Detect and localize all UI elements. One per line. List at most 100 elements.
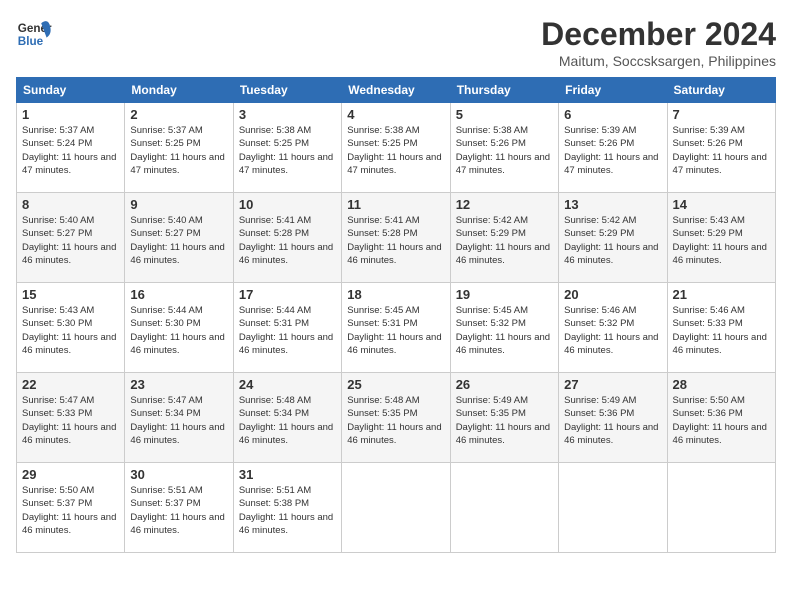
day-info: Sunrise: 5:45 AMSunset: 5:31 PMDaylight:… [347, 305, 441, 356]
day-info: Sunrise: 5:43 AMSunset: 5:30 PMDaylight:… [22, 305, 116, 356]
title-area: December 2024 Maitum, Soccsksargen, Phil… [541, 16, 776, 69]
day-info: Sunrise: 5:46 AMSunset: 5:33 PMDaylight:… [673, 305, 767, 356]
calendar-cell: 25 Sunrise: 5:48 AMSunset: 5:35 PMDaylig… [342, 373, 450, 463]
logo-icon: General Blue [16, 16, 52, 52]
weekday-header-sunday: Sunday [17, 78, 125, 103]
day-number: 20 [564, 287, 661, 302]
day-info: Sunrise: 5:51 AMSunset: 5:38 PMDaylight:… [239, 485, 333, 536]
logo: General Blue [16, 16, 52, 52]
day-number: 14 [673, 197, 770, 212]
day-info: Sunrise: 5:49 AMSunset: 5:35 PMDaylight:… [456, 395, 550, 446]
month-title: December 2024 [541, 16, 776, 53]
day-number: 22 [22, 377, 119, 392]
calendar-table: SundayMondayTuesdayWednesdayThursdayFrid… [16, 77, 776, 553]
day-number: 31 [239, 467, 336, 482]
weekday-header-saturday: Saturday [667, 78, 775, 103]
calendar-cell: 21 Sunrise: 5:46 AMSunset: 5:33 PMDaylig… [667, 283, 775, 373]
day-number: 21 [673, 287, 770, 302]
day-number: 3 [239, 107, 336, 122]
day-number: 27 [564, 377, 661, 392]
day-info: Sunrise: 5:39 AMSunset: 5:26 PMDaylight:… [564, 125, 658, 176]
day-info: Sunrise: 5:38 AMSunset: 5:25 PMDaylight:… [239, 125, 333, 176]
day-info: Sunrise: 5:38 AMSunset: 5:25 PMDaylight:… [347, 125, 441, 176]
day-number: 8 [22, 197, 119, 212]
calendar-cell: 3 Sunrise: 5:38 AMSunset: 5:25 PMDayligh… [233, 103, 341, 193]
day-info: Sunrise: 5:45 AMSunset: 5:32 PMDaylight:… [456, 305, 550, 356]
calendar-week-4: 22 Sunrise: 5:47 AMSunset: 5:33 PMDaylig… [17, 373, 776, 463]
day-info: Sunrise: 5:51 AMSunset: 5:37 PMDaylight:… [130, 485, 224, 536]
weekday-header-monday: Monday [125, 78, 233, 103]
calendar-cell: 18 Sunrise: 5:45 AMSunset: 5:31 PMDaylig… [342, 283, 450, 373]
calendar-week-1: 1 Sunrise: 5:37 AMSunset: 5:24 PMDayligh… [17, 103, 776, 193]
day-info: Sunrise: 5:48 AMSunset: 5:35 PMDaylight:… [347, 395, 441, 446]
day-info: Sunrise: 5:41 AMSunset: 5:28 PMDaylight:… [239, 215, 333, 266]
day-number: 24 [239, 377, 336, 392]
calendar-cell: 7 Sunrise: 5:39 AMSunset: 5:26 PMDayligh… [667, 103, 775, 193]
day-info: Sunrise: 5:37 AMSunset: 5:24 PMDaylight:… [22, 125, 116, 176]
day-info: Sunrise: 5:42 AMSunset: 5:29 PMDaylight:… [456, 215, 550, 266]
day-info: Sunrise: 5:44 AMSunset: 5:31 PMDaylight:… [239, 305, 333, 356]
day-number: 2 [130, 107, 227, 122]
svg-text:Blue: Blue [18, 35, 44, 48]
day-info: Sunrise: 5:50 AMSunset: 5:37 PMDaylight:… [22, 485, 116, 536]
calendar-cell: 17 Sunrise: 5:44 AMSunset: 5:31 PMDaylig… [233, 283, 341, 373]
weekday-header-wednesday: Wednesday [342, 78, 450, 103]
calendar-cell: 6 Sunrise: 5:39 AMSunset: 5:26 PMDayligh… [559, 103, 667, 193]
page-header: General Blue December 2024 Maitum, Soccs… [16, 16, 776, 69]
weekday-header-friday: Friday [559, 78, 667, 103]
location-title: Maitum, Soccsksargen, Philippines [541, 53, 776, 69]
calendar-cell: 13 Sunrise: 5:42 AMSunset: 5:29 PMDaylig… [559, 193, 667, 283]
day-number: 28 [673, 377, 770, 392]
day-number: 18 [347, 287, 444, 302]
day-number: 4 [347, 107, 444, 122]
day-number: 26 [456, 377, 553, 392]
day-number: 23 [130, 377, 227, 392]
day-number: 17 [239, 287, 336, 302]
day-number: 19 [456, 287, 553, 302]
day-info: Sunrise: 5:49 AMSunset: 5:36 PMDaylight:… [564, 395, 658, 446]
calendar-cell [342, 463, 450, 553]
day-info: Sunrise: 5:43 AMSunset: 5:29 PMDaylight:… [673, 215, 767, 266]
day-info: Sunrise: 5:48 AMSunset: 5:34 PMDaylight:… [239, 395, 333, 446]
calendar-week-3: 15 Sunrise: 5:43 AMSunset: 5:30 PMDaylig… [17, 283, 776, 373]
calendar-cell: 20 Sunrise: 5:46 AMSunset: 5:32 PMDaylig… [559, 283, 667, 373]
day-info: Sunrise: 5:37 AMSunset: 5:25 PMDaylight:… [130, 125, 224, 176]
calendar-cell: 24 Sunrise: 5:48 AMSunset: 5:34 PMDaylig… [233, 373, 341, 463]
calendar-cell: 30 Sunrise: 5:51 AMSunset: 5:37 PMDaylig… [125, 463, 233, 553]
day-info: Sunrise: 5:39 AMSunset: 5:26 PMDaylight:… [673, 125, 767, 176]
day-number: 16 [130, 287, 227, 302]
day-number: 9 [130, 197, 227, 212]
calendar-cell: 14 Sunrise: 5:43 AMSunset: 5:29 PMDaylig… [667, 193, 775, 283]
calendar-cell: 16 Sunrise: 5:44 AMSunset: 5:30 PMDaylig… [125, 283, 233, 373]
calendar-cell [450, 463, 558, 553]
calendar-cell: 23 Sunrise: 5:47 AMSunset: 5:34 PMDaylig… [125, 373, 233, 463]
calendar-cell: 29 Sunrise: 5:50 AMSunset: 5:37 PMDaylig… [17, 463, 125, 553]
calendar-cell: 2 Sunrise: 5:37 AMSunset: 5:25 PMDayligh… [125, 103, 233, 193]
weekday-header-tuesday: Tuesday [233, 78, 341, 103]
calendar-cell: 5 Sunrise: 5:38 AMSunset: 5:26 PMDayligh… [450, 103, 558, 193]
day-number: 11 [347, 197, 444, 212]
calendar-cell: 9 Sunrise: 5:40 AMSunset: 5:27 PMDayligh… [125, 193, 233, 283]
calendar-cell: 19 Sunrise: 5:45 AMSunset: 5:32 PMDaylig… [450, 283, 558, 373]
day-info: Sunrise: 5:38 AMSunset: 5:26 PMDaylight:… [456, 125, 550, 176]
day-number: 12 [456, 197, 553, 212]
day-number: 30 [130, 467, 227, 482]
calendar-cell [559, 463, 667, 553]
weekday-header-thursday: Thursday [450, 78, 558, 103]
day-info: Sunrise: 5:47 AMSunset: 5:33 PMDaylight:… [22, 395, 116, 446]
calendar-cell [667, 463, 775, 553]
day-number: 25 [347, 377, 444, 392]
day-number: 13 [564, 197, 661, 212]
calendar-cell: 27 Sunrise: 5:49 AMSunset: 5:36 PMDaylig… [559, 373, 667, 463]
weekday-header-row: SundayMondayTuesdayWednesdayThursdayFrid… [17, 78, 776, 103]
day-number: 1 [22, 107, 119, 122]
day-number: 5 [456, 107, 553, 122]
day-info: Sunrise: 5:47 AMSunset: 5:34 PMDaylight:… [130, 395, 224, 446]
day-info: Sunrise: 5:40 AMSunset: 5:27 PMDaylight:… [22, 215, 116, 266]
day-info: Sunrise: 5:41 AMSunset: 5:28 PMDaylight:… [347, 215, 441, 266]
day-info: Sunrise: 5:42 AMSunset: 5:29 PMDaylight:… [564, 215, 658, 266]
calendar-cell: 12 Sunrise: 5:42 AMSunset: 5:29 PMDaylig… [450, 193, 558, 283]
calendar-week-5: 29 Sunrise: 5:50 AMSunset: 5:37 PMDaylig… [17, 463, 776, 553]
day-info: Sunrise: 5:46 AMSunset: 5:32 PMDaylight:… [564, 305, 658, 356]
day-number: 29 [22, 467, 119, 482]
